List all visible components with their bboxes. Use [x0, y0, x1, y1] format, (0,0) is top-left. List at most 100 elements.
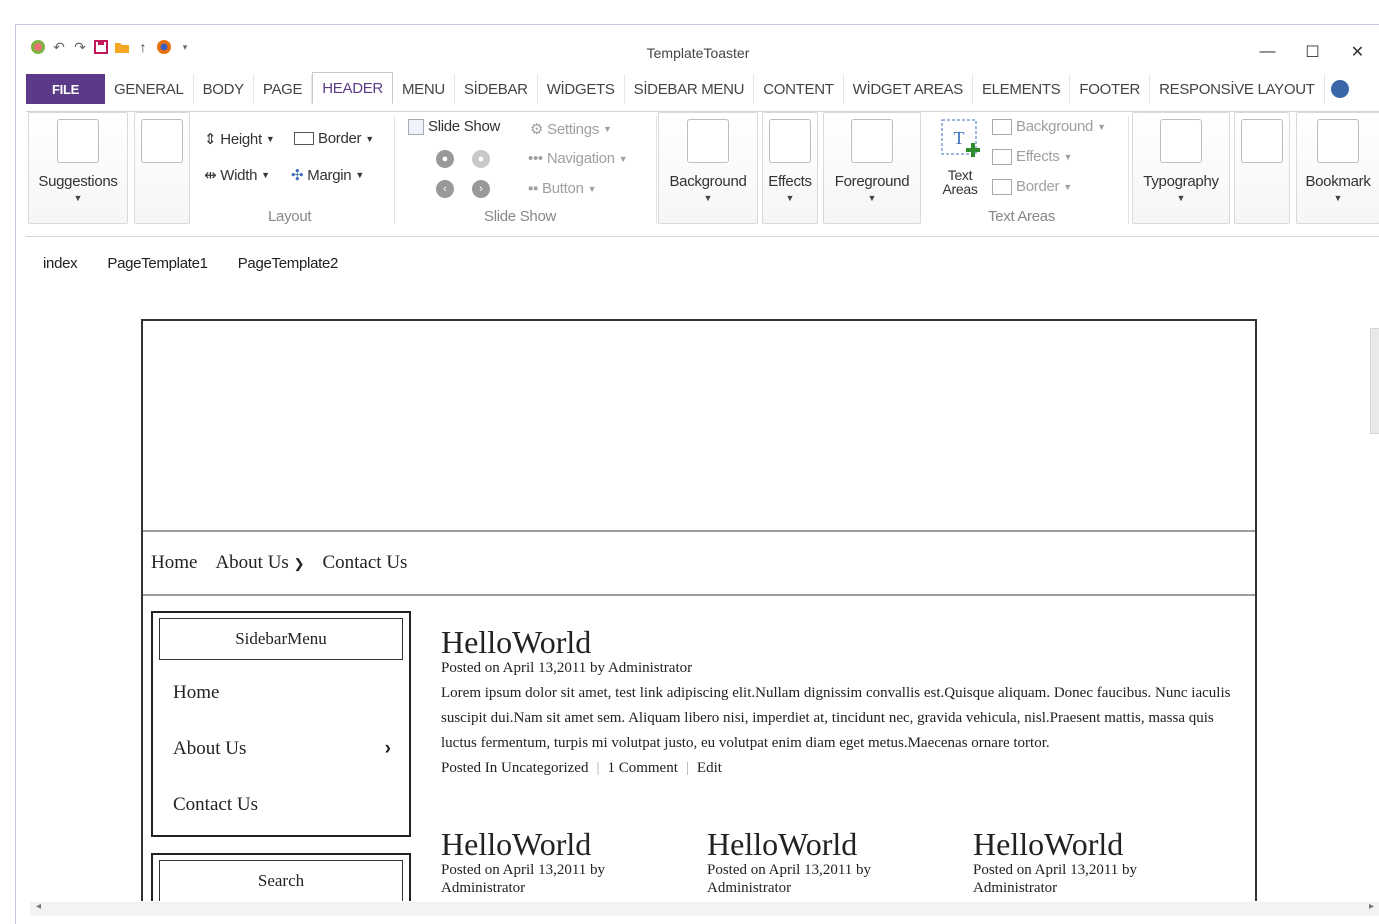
search-widget: Search: [151, 853, 411, 901]
sidebar-item-home[interactable]: Home: [153, 665, 409, 721]
scroll-right-icon[interactable]: ▸: [1369, 901, 1374, 912]
scroll-left-icon[interactable]: ◂: [36, 901, 41, 912]
text-area-background-dropdown[interactable]: Background ▼: [992, 118, 1106, 135]
background-button[interactable]: Background ▼: [658, 112, 758, 224]
chevron-down-icon: ▼: [703, 193, 713, 203]
horizontal-scrollbar[interactable]: ◂ ▸: [30, 901, 1379, 916]
text-areas-label[interactable]: Text Areas: [940, 168, 980, 196]
scrollbar-thumb[interactable]: [1370, 328, 1379, 434]
text-area-border-label: Border: [1016, 178, 1060, 195]
border-icon: [294, 132, 314, 145]
header-region[interactable]: [143, 321, 1255, 532]
ribbon-tabs: FILE GENERAL BODY PAGE HEADER MENU SİDEB…: [26, 72, 1349, 104]
tab-sidebar-menu[interactable]: SİDEBAR MENU: [625, 74, 755, 104]
slide-settings-label: Settings: [547, 120, 599, 138]
main-post: HelloWorld Posted on April 13,2011 by Ad…: [441, 625, 1241, 777]
suggestions-label: Suggestions: [38, 173, 118, 190]
navigation-dots-icon: •••: [528, 150, 543, 167]
arrow-right-icon[interactable]: ›: [472, 180, 490, 198]
tab-page[interactable]: PAGE: [254, 74, 313, 104]
sidebar-item-contact[interactable]: Contact Us: [153, 777, 409, 833]
margin-icon: ✣: [291, 167, 304, 184]
text-area-icon[interactable]: T: [940, 118, 984, 165]
post-edit[interactable]: Edit: [697, 760, 722, 776]
height-icon: ⇕: [204, 131, 217, 148]
divider: |: [685, 760, 689, 776]
chevron-down-icon: ▼: [73, 193, 83, 203]
suggestions-button[interactable]: Suggestions ▼: [28, 112, 128, 224]
slide-show-checkbox[interactable]: Slide Show: [408, 118, 500, 135]
group-separator: [1128, 116, 1129, 224]
slide-settings-dropdown[interactable]: ⚙ Settings ▼: [530, 120, 612, 139]
post-category[interactable]: Posted In Uncategorized: [441, 760, 588, 776]
chevron-down-icon: ▼: [1176, 193, 1186, 203]
post-title[interactable]: HelloWorld: [441, 827, 605, 861]
post-footer: Posted In Uncategorized | 1 Comment | Edit: [441, 760, 1241, 777]
tab-header[interactable]: HEADER: [312, 72, 393, 104]
slide-navigation-label: Navigation: [546, 150, 615, 167]
suggestions-preview: [57, 119, 99, 163]
window-controls: — ☐ ✕: [1245, 39, 1379, 65]
sidebar-item-about[interactable]: About Us ›: [153, 721, 409, 777]
help-icon[interactable]: [1330, 80, 1349, 98]
typography-preview: [1160, 119, 1202, 163]
slide-prev-icon[interactable]: ●: [436, 150, 454, 168]
nav-home[interactable]: Home: [151, 552, 197, 574]
post-title[interactable]: HelloWorld: [973, 827, 1137, 861]
tab-general[interactable]: GENERAL: [105, 74, 194, 104]
tab-footer[interactable]: FOOTER: [1070, 74, 1151, 104]
effects-button[interactable]: Effects ▼: [762, 112, 818, 224]
border-icon: [992, 178, 1012, 195]
nav-about[interactable]: About Us ❯: [215, 552, 304, 574]
tab-content[interactable]: CONTENT: [754, 74, 844, 104]
post-title[interactable]: HelloWorld: [707, 827, 871, 861]
typography-label: Typography: [1143, 173, 1219, 190]
typography-button[interactable]: Typography ▼: [1132, 112, 1230, 224]
gear-icon: ⚙: [530, 121, 544, 138]
height-dropdown[interactable]: ⇕ Height ▼: [204, 130, 275, 149]
slide-button-dropdown[interactable]: ▪▪ Button ▼: [528, 180, 597, 197]
tab-widgets[interactable]: WİDGETS: [538, 74, 625, 104]
page-tab-template2[interactable]: PageTemplate2: [238, 255, 339, 272]
post-comments[interactable]: 1 Comment: [607, 760, 677, 776]
text-areas-group-label: Text Areas: [988, 208, 1056, 225]
post-title[interactable]: HelloWorld: [441, 625, 1241, 659]
tab-responsive-layout[interactable]: RESPONSİVE LAYOUT: [1150, 74, 1325, 104]
design-canvas[interactable]: Home About Us ❯ Contact Us SidebarMenu H…: [141, 319, 1257, 901]
page-tab-index[interactable]: index: [43, 255, 78, 272]
text-area-border-dropdown[interactable]: Border ▼: [992, 178, 1072, 195]
tab-elements[interactable]: ELEMENTS: [973, 74, 1071, 104]
button-grid-icon: ▪▪: [528, 180, 539, 197]
tab-file[interactable]: FILE: [26, 74, 105, 104]
page-tab-template1[interactable]: PageTemplate1: [107, 255, 208, 272]
arrow-left-icon[interactable]: ‹: [436, 180, 454, 198]
close-button[interactable]: ✕: [1335, 39, 1379, 65]
chevron-down-icon: ▼: [355, 170, 364, 180]
minimize-button[interactable]: —: [1245, 39, 1290, 65]
border-dropdown[interactable]: Border ▼: [294, 130, 374, 147]
foreground-button[interactable]: Foreground ▼: [823, 112, 921, 224]
preset-button[interactable]: [134, 112, 190, 224]
margin-dropdown[interactable]: ✣ Margin ▼: [291, 166, 364, 185]
slide-show-label: Slide Show: [428, 118, 501, 135]
bookmark-button[interactable]: Bookmark ▼: [1296, 112, 1379, 224]
style-preset-button[interactable]: [1234, 112, 1290, 224]
vertical-scrollbar[interactable]: [1368, 280, 1379, 910]
text-area-effects-dropdown[interactable]: Effects ▼: [992, 148, 1072, 165]
style-preset-preview: [1241, 119, 1283, 163]
height-label: Height: [220, 130, 262, 148]
slide-navigation-dropdown[interactable]: ••• Navigation ▼: [528, 150, 628, 167]
post-meta: Posted on April 13,2011 by: [441, 862, 606, 878]
maximize-button[interactable]: ☐: [1290, 39, 1335, 65]
preset-preview: [141, 119, 183, 163]
width-dropdown[interactable]: ⇹ Width ▼: [204, 166, 270, 185]
preview-nav-menu[interactable]: Home About Us ❯ Contact Us: [143, 532, 1255, 596]
tab-body[interactable]: BODY: [194, 74, 254, 104]
nav-contact[interactable]: Contact Us: [322, 552, 407, 574]
tab-widget-areas[interactable]: WİDGET AREAS: [844, 74, 973, 104]
ribbon: Suggestions ▼ ⇕ Height ▼ Border ▼ ⇹ Width ▼ ✣…: [26, 111, 1379, 237]
tab-sidebar[interactable]: SİDEBAR: [455, 74, 538, 104]
tab-menu[interactable]: MENU: [393, 74, 455, 104]
slide-next-icon[interactable]: ●: [472, 150, 490, 168]
width-icon: ⇹: [204, 167, 217, 184]
